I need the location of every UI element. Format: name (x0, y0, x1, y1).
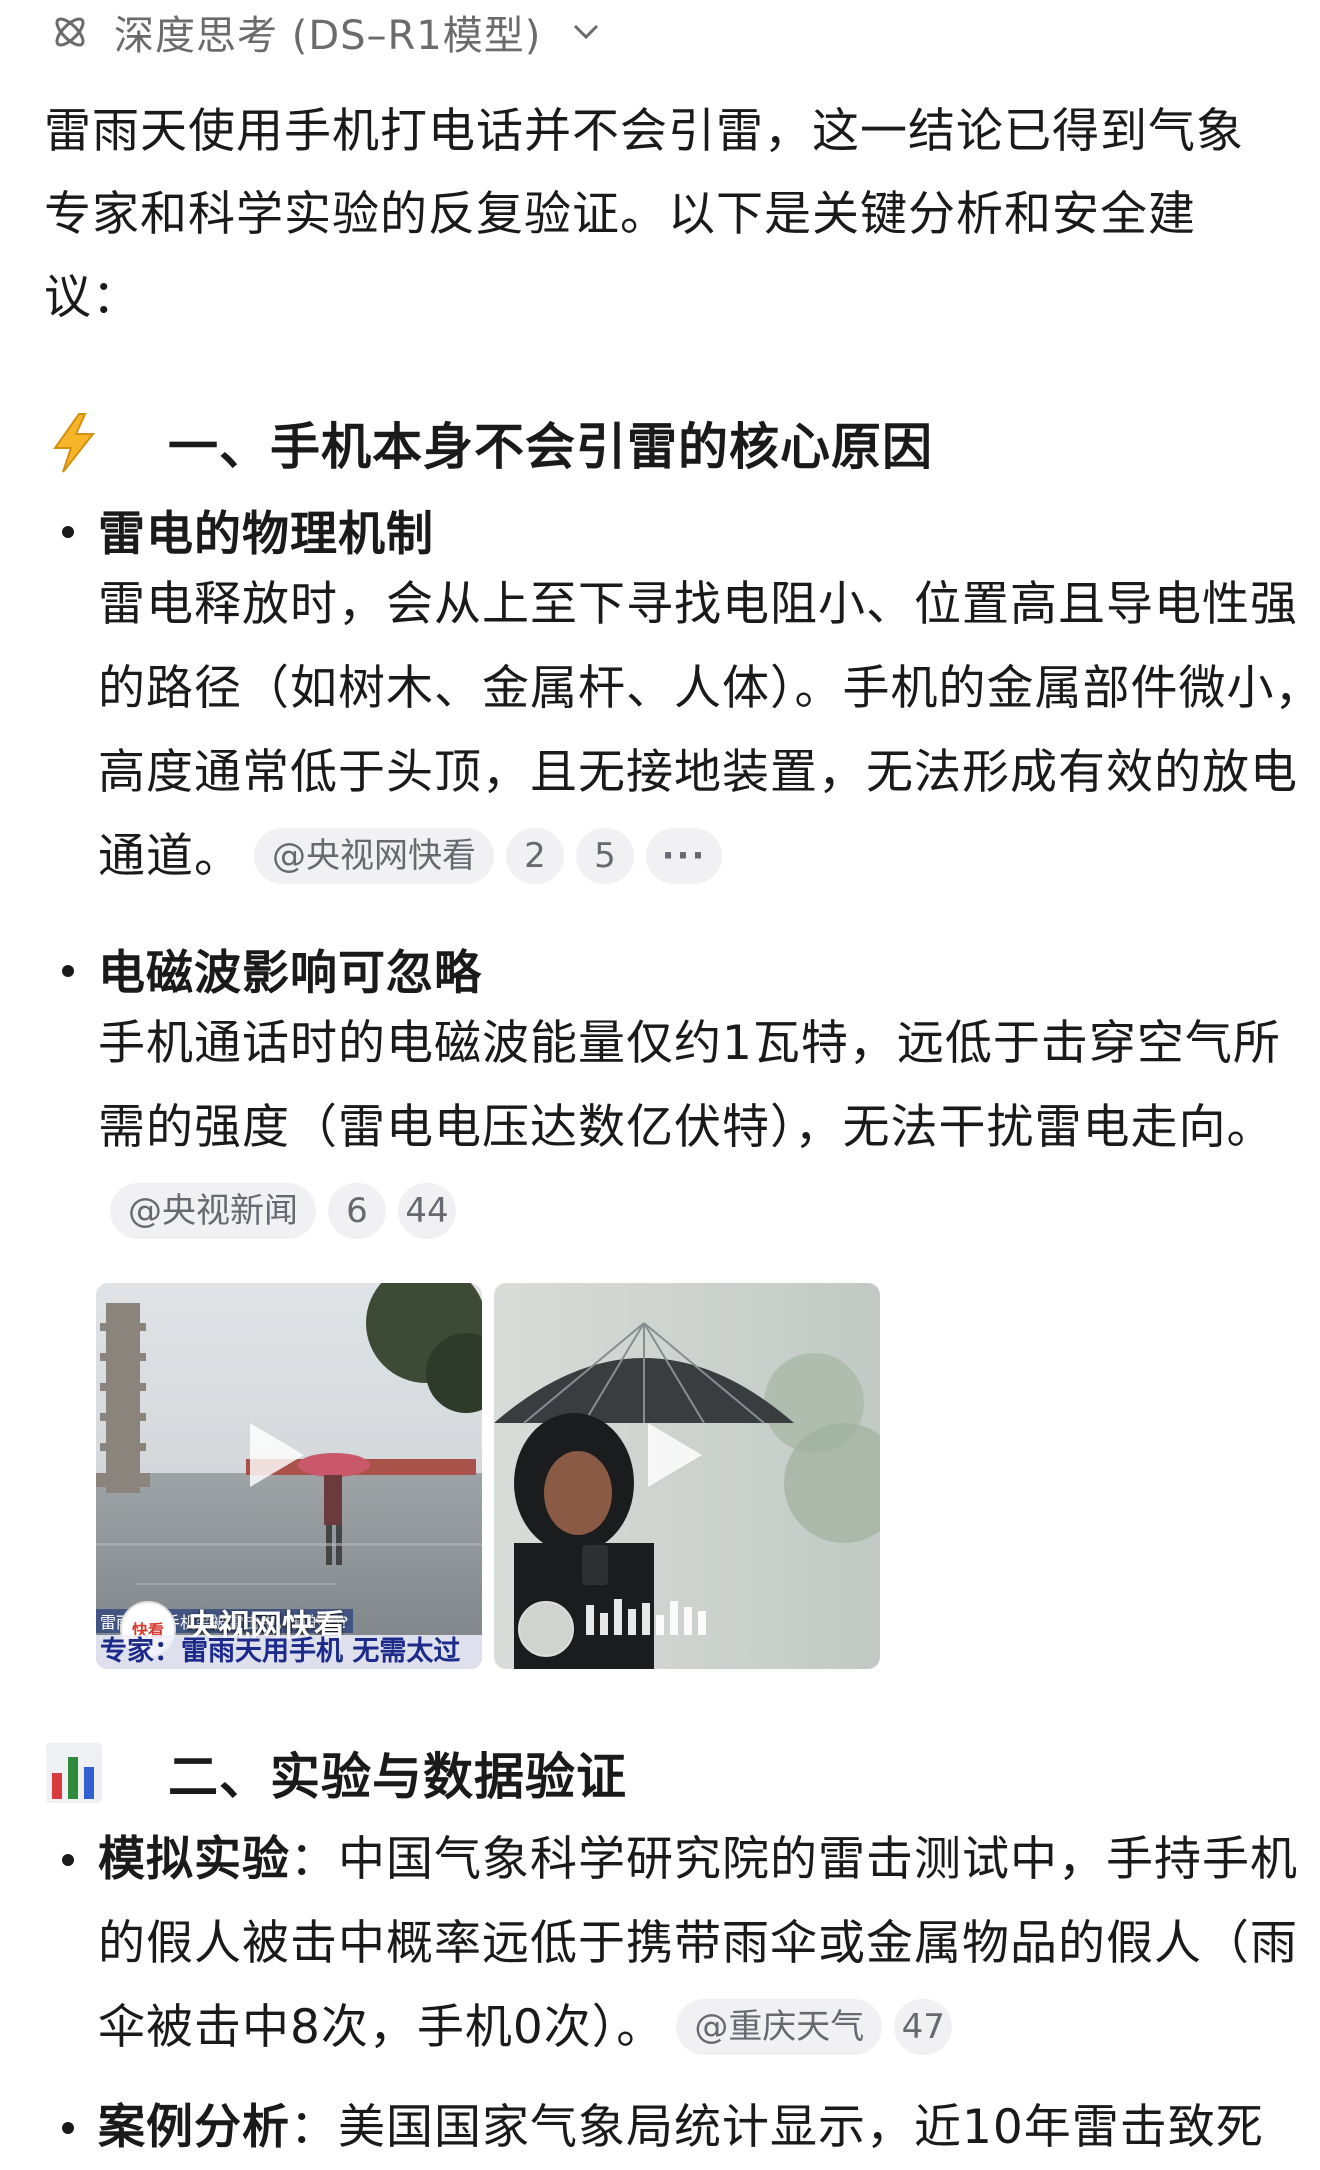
video-thumbnail-2[interactable] (494, 1283, 880, 1669)
source-pill[interactable]: @央视网快看 (254, 827, 494, 884)
bullet-lead: 案例分析 (98, 2100, 290, 2155)
bullet-text: ：美国国家气象局统计显示，近10年雷击致死 (290, 2100, 1264, 2155)
bullet-dot (62, 965, 74, 977)
channel-avatar (518, 1601, 574, 1657)
audio-wave-icon (586, 1599, 706, 1635)
bar-chart-icon (44, 1743, 104, 1803)
bullet-title: 电磁波影响可忽略 (98, 946, 482, 1001)
bullet-body: 手机通话时的电磁波能量仅约1瓦特，远低于击穿空气所需的强度（雷电电压达数亿伏特）… (98, 1002, 1320, 1254)
bullet-body: 模拟实验：中国气象科学研究院的雷击测试中，手持手机的假人被击中概率远低于携带雨伞… (98, 1818, 1320, 2070)
more-references-button[interactable]: ··· (646, 827, 722, 884)
reference-pill[interactable]: 5 (576, 827, 634, 884)
bullet-body: 雷电释放时，会从上至下寻找电阻小、位置高且导电性强的路径（如树木、金属杆、人体）… (98, 563, 1320, 899)
bullet-lead: 模拟实验 (98, 1832, 290, 1887)
source-pill[interactable]: @央视新闻 (110, 1182, 316, 1239)
bullet-dot (62, 526, 74, 538)
source-pill[interactable]: @重庆天气 (676, 1998, 883, 2055)
play-icon (648, 1423, 702, 1487)
bullet-dot (62, 1854, 74, 1866)
section-heading-1: 一、手机本身不会引雷的核心原因 (44, 407, 933, 479)
chevron-down-icon (574, 24, 599, 40)
bullet-body: 案例分析：美国国家气象局统计显示，近10年雷击致死 (98, 2086, 1320, 2170)
play-icon (250, 1423, 304, 1487)
section-heading-2: 二、实验与数据验证 (44, 1737, 627, 1809)
reference-pill[interactable]: 6 (328, 1182, 386, 1239)
reference-pill[interactable]: 44 (398, 1182, 456, 1239)
intro-paragraph: 雷雨天使用手机打电话并不会引雷，这一结论已得到气象专家和科学实验的反复验证。以下… (44, 104, 1244, 325)
section-title-1: 一、手机本身不会引雷的核心原因 (168, 418, 933, 476)
atom-icon (50, 12, 90, 52)
reference-pill[interactable]: 47 (894, 1998, 953, 2055)
reference-pill[interactable]: 2 (506, 827, 564, 884)
video-caption: 专家：雷雨天用手机 无需太过 (96, 1635, 482, 1669)
section-title-2: 二、实验与数据验证 (168, 1748, 627, 1806)
deep-think-label: 深度思考 (DS–R1模型) (114, 13, 542, 59)
bullet-text: 手机通话时的电磁波能量仅约1瓦特，远低于击穿空气所需的强度（雷电电压达数亿伏特）… (98, 1016, 1281, 1155)
bullet-dot (62, 2122, 74, 2134)
deep-think-toggle[interactable]: 深度思考 (DS–R1模型) (50, 4, 601, 60)
video-thumbnail-1[interactable]: 雷雨天用手机会被雷击中，真的吗? 快看 央视网快看 专家：雷雨天用手机 无需太过 (96, 1283, 482, 1669)
lightning-icon (44, 413, 104, 473)
bullet-title: 雷电的物理机制 (98, 507, 434, 562)
